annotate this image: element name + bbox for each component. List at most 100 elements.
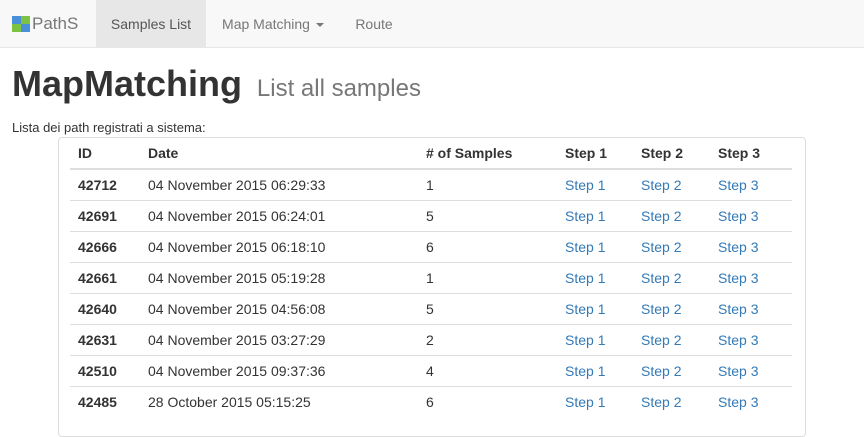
table-row: 42485 28 October 2015 05:15:25 6 Step 1 … — [70, 385, 792, 417]
cell-step3: Step 3 — [710, 261, 792, 293]
cell-date: 04 November 2015 06:24:01 — [140, 199, 418, 231]
cell-date: 04 November 2015 03:27:29 — [140, 323, 418, 355]
cell-step1: Step 1 — [557, 230, 633, 262]
column-header-id: ID — [70, 138, 140, 170]
cell-step3: Step 3 — [710, 323, 792, 355]
cell-step2: Step 2 — [633, 385, 710, 417]
step2-link[interactable]: Step 2 — [641, 363, 681, 379]
nav-route-label: Route — [355, 16, 393, 32]
nav-route[interactable]: Route — [340, 0, 408, 48]
cell-date: 04 November 2015 06:18:10 — [140, 230, 418, 262]
cell-samples: 5 — [418, 292, 557, 324]
column-header-step1: Step 1 — [557, 138, 633, 170]
table-row: 42666 04 November 2015 06:18:10 6 Step 1… — [70, 230, 792, 262]
cell-step2: Step 2 — [633, 292, 710, 324]
step1-link[interactable]: Step 1 — [565, 363, 605, 379]
cell-date: 04 November 2015 05:19:28 — [140, 261, 418, 293]
cell-id: 42510 — [70, 354, 140, 386]
page-subtitle: Lista dei path registrati a sistema: — [12, 120, 206, 135]
cell-samples: 6 — [418, 230, 557, 262]
cell-step2: Step 2 — [633, 199, 710, 231]
step1-link[interactable]: Step 1 — [565, 208, 605, 224]
table-header-row: ID Date # of Samples Step 1 Step 2 Step … — [70, 138, 792, 170]
cell-step1: Step 1 — [557, 261, 633, 293]
cell-samples: 6 — [418, 385, 557, 417]
table-row: 42661 04 November 2015 05:19:28 1 Step 1… — [70, 261, 792, 293]
cell-id: 42661 — [70, 261, 140, 293]
cell-step2: Step 2 — [633, 169, 710, 200]
column-header-step3: Step 3 — [710, 138, 792, 170]
cell-samples: 1 — [418, 261, 557, 293]
cell-date: 28 October 2015 05:15:25 — [140, 385, 418, 417]
step2-link[interactable]: Step 2 — [641, 332, 681, 348]
navbar: PathS Samples List Map Matching Route — [0, 0, 864, 48]
paths-logo-icon — [12, 16, 30, 32]
step3-link[interactable]: Step 3 — [718, 363, 758, 379]
table-body: 42712 04 November 2015 06:29:33 1 Step 1… — [70, 169, 792, 417]
cell-step1: Step 1 — [557, 385, 633, 417]
cell-step2: Step 2 — [633, 261, 710, 293]
caret-down-icon — [315, 23, 324, 27]
cell-samples: 4 — [418, 354, 557, 386]
step1-link[interactable]: Step 1 — [565, 394, 605, 410]
step1-link[interactable]: Step 1 — [565, 332, 605, 348]
step2-link[interactable]: Step 2 — [641, 270, 681, 286]
samples-table: ID Date # of Samples Step 1 Step 2 Step … — [70, 138, 792, 417]
cell-samples: 2 — [418, 323, 557, 355]
step3-link[interactable]: Step 3 — [718, 301, 758, 317]
brand-label: PathS — [32, 14, 79, 33]
table-row: 42510 04 November 2015 09:37:36 4 Step 1… — [70, 354, 792, 386]
column-header-date: Date — [140, 138, 418, 170]
cell-step3: Step 3 — [710, 354, 792, 386]
cell-step1: Step 1 — [557, 323, 633, 355]
cell-id: 42640 — [70, 292, 140, 324]
page-title: MapMatching List all samples — [12, 66, 421, 102]
step2-link[interactable]: Step 2 — [641, 239, 681, 255]
step3-link[interactable]: Step 3 — [718, 332, 758, 348]
cell-step1: Step 1 — [557, 169, 633, 200]
cell-step2: Step 2 — [633, 323, 710, 355]
nav-samples-list[interactable]: Samples List — [96, 0, 206, 48]
step2-link[interactable]: Step 2 — [641, 177, 681, 193]
cell-id: 42631 — [70, 323, 140, 355]
page-title-main: MapMatching — [12, 63, 242, 104]
table-row: 42640 04 November 2015 04:56:08 5 Step 1… — [70, 292, 792, 324]
cell-step3: Step 3 — [710, 169, 792, 200]
cell-id: 42666 — [70, 230, 140, 262]
cell-step1: Step 1 — [557, 292, 633, 324]
nav-map-matching-dropdown[interactable]: Map Matching — [206, 0, 340, 48]
step1-link[interactable]: Step 1 — [565, 270, 605, 286]
cell-date: 04 November 2015 09:37:36 — [140, 354, 418, 386]
step3-link[interactable]: Step 3 — [718, 208, 758, 224]
table-header: ID Date # of Samples Step 1 Step 2 Step … — [70, 138, 792, 170]
nav-map-matching-label: Map Matching — [222, 16, 310, 32]
cell-date: 04 November 2015 04:56:08 — [140, 292, 418, 324]
column-header-samples: # of Samples — [418, 138, 557, 170]
cell-step2: Step 2 — [633, 354, 710, 386]
cell-step3: Step 3 — [710, 292, 792, 324]
cell-step3: Step 3 — [710, 385, 792, 417]
step3-link[interactable]: Step 3 — [718, 394, 758, 410]
cell-date: 04 November 2015 06:29:33 — [148, 176, 326, 193]
step2-link[interactable]: Step 2 — [641, 394, 681, 410]
step3-link[interactable]: Step 3 — [718, 239, 758, 255]
step1-link[interactable]: Step 1 — [565, 239, 605, 255]
step3-link[interactable]: Step 3 — [718, 270, 758, 286]
cell-id: 42691 — [70, 199, 140, 231]
cell-id: 42712 — [78, 176, 117, 193]
cell-samples: 5 — [418, 199, 557, 231]
step2-link[interactable]: Step 2 — [641, 208, 681, 224]
table-row: 42631 04 November 2015 03:27:29 2 Step 1… — [70, 323, 792, 355]
step3-link[interactable]: Step 3 — [718, 177, 758, 193]
cell-step1: Step 1 — [557, 199, 633, 231]
step1-link[interactable]: Step 1 — [565, 301, 605, 317]
table-row: 42691 04 November 2015 06:24:01 5 Step 1… — [70, 199, 792, 231]
step2-link[interactable]: Step 2 — [641, 301, 681, 317]
cell-step1: Step 1 — [557, 354, 633, 386]
column-header-step2: Step 2 — [633, 138, 710, 170]
brand-link[interactable]: PathS — [12, 0, 78, 48]
page-title-small: List all samples — [256, 75, 421, 102]
cell-step3: Step 3 — [710, 199, 792, 231]
cell-step2: Step 2 — [633, 230, 710, 262]
step1-link[interactable]: Step 1 — [565, 177, 605, 193]
